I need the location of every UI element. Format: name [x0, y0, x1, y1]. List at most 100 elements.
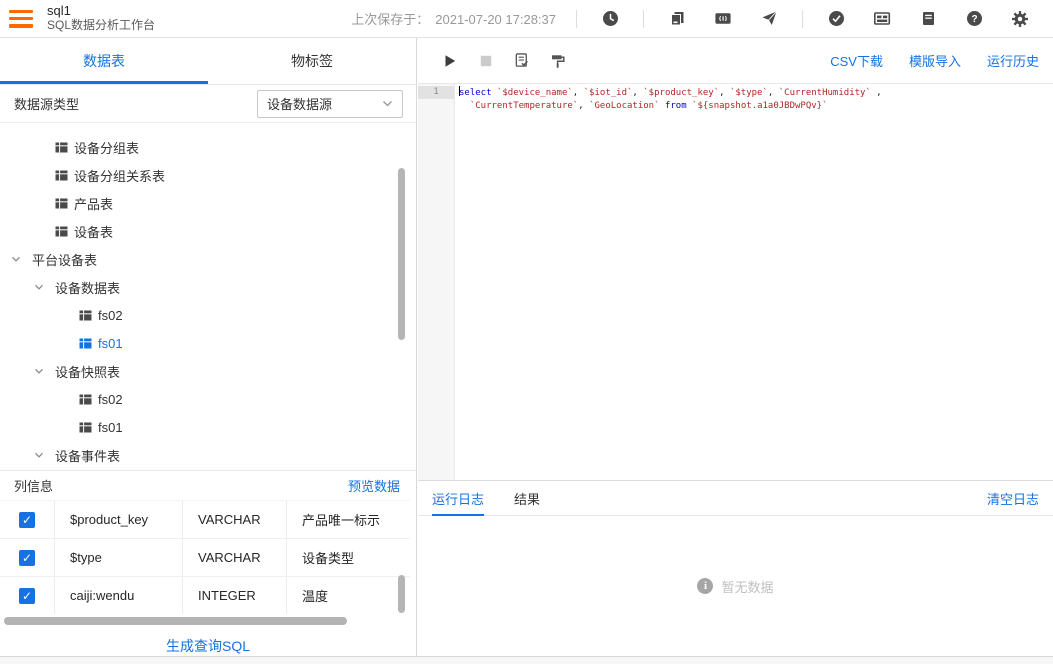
tree-item-label: 平台设备表	[32, 250, 97, 269]
tree-item-平台设备表[interactable]: 平台设备表	[0, 245, 416, 273]
stop-icon	[478, 53, 494, 69]
line-number: 1	[418, 86, 454, 99]
code-segment: `CurrentHumidity`	[779, 88, 871, 98]
code-line: select `$device_name`, `$iot_id`, `$prod…	[459, 86, 1053, 100]
code-segment: ,	[578, 101, 589, 111]
tree-item-设备表[interactable]: 设备表	[0, 217, 416, 245]
run-icon[interactable]	[442, 53, 458, 69]
last-saved-value: 2021-07-20 17:28:37	[435, 12, 556, 27]
tab-run-log[interactable]: 运行日志	[432, 480, 484, 516]
code-line: `CurrentTemperature`, `GeoLocation` from…	[459, 100, 1053, 113]
code-segment	[459, 101, 470, 111]
tree-item-label: 设备分组表	[74, 138, 139, 157]
column-type: INTEGER	[183, 577, 287, 614]
tree-item-fs02[interactable]: fs02	[0, 301, 416, 329]
document-icon[interactable]	[919, 10, 937, 28]
tab-result[interactable]: 结果	[514, 480, 540, 516]
sidebar: 数据表 物标签 数据源类型 设备数据源 设备分组表设备分组关系表产品表设备表平台…	[0, 38, 417, 656]
chevron-down-icon[interactable]	[33, 365, 45, 377]
column-table-hscrollbar[interactable]	[4, 617, 347, 625]
code-segment: ,	[768, 88, 779, 98]
chevron-down-icon[interactable]	[33, 449, 45, 461]
tree-item-产品表[interactable]: 产品表	[0, 189, 416, 217]
page-title: sql1	[47, 4, 155, 19]
hamburger-menu-icon[interactable]	[9, 10, 33, 28]
header-actions: 上次保存于： 2021-07-20 17:28:37 ?	[351, 9, 1053, 28]
tree-item-label: 设备数据表	[55, 278, 120, 297]
code-segment: `$type`	[730, 88, 768, 98]
checkbox[interactable]: ✓	[19, 512, 35, 528]
tab-thing-labels[interactable]: 物标签	[208, 38, 416, 84]
tree-item-fs01[interactable]: fs01	[0, 413, 416, 441]
chevron-down-icon	[382, 98, 393, 109]
run-history-link[interactable]: 运行历史	[987, 51, 1039, 70]
tree-item-label: 设备表	[74, 222, 113, 241]
empty-state: i 暂无数据	[697, 577, 773, 596]
svg-text:?: ?	[971, 14, 977, 25]
column-info-header: 列信息 预览数据	[0, 470, 416, 500]
line-number	[418, 99, 454, 112]
send-icon[interactable]	[760, 10, 778, 28]
preview-data-link[interactable]: 预览数据	[348, 476, 400, 495]
datasource-select[interactable]: 设备数据源	[257, 90, 403, 118]
csv-download-link[interactable]: CSV下载	[830, 51, 883, 70]
code-segment: from	[665, 101, 687, 111]
console-icon[interactable]	[714, 10, 732, 28]
tree-item-设备分组表[interactable]: 设备分组表	[0, 133, 416, 161]
last-saved-label: 上次保存于：	[351, 12, 429, 27]
info-icon: i	[697, 578, 713, 594]
code-segment: `CurrentTemperature`	[470, 101, 578, 111]
column-name: caiji:wendu	[55, 577, 183, 614]
chevron-down-icon[interactable]	[10, 253, 22, 265]
clear-log-link[interactable]: 清空日志	[987, 489, 1039, 508]
tree-item-设备快照表[interactable]: 设备快照表	[0, 357, 416, 385]
table-tree: 设备分组表设备分组关系表产品表设备表平台设备表设备数据表fs02fs01设备快照…	[0, 123, 416, 470]
generate-sql-button[interactable]: 生成查询SQL	[166, 636, 250, 656]
page-subtitle: SQL数据分析工作台	[47, 19, 155, 33]
toolbar-links: CSV下载 模版导入 运行历史	[804, 51, 1039, 70]
column-type: VARCHAR	[183, 539, 287, 576]
tree-item-设备分组关系表[interactable]: 设备分组关系表	[0, 161, 416, 189]
clock-icon[interactable]	[601, 10, 619, 28]
tree-item-设备数据表[interactable]: 设备数据表	[0, 273, 416, 301]
validate-icon[interactable]	[514, 53, 530, 69]
check-circle-icon[interactable]	[827, 10, 845, 28]
column-table: ✓$product_keyVARCHAR产品唯一标示✓$typeVARCHAR设…	[0, 500, 410, 614]
tree-item-fs01[interactable]: fs01	[0, 329, 416, 357]
code-segment: ,	[719, 88, 730, 98]
tree-item-label: fs02	[98, 308, 123, 323]
settings-icon[interactable]	[1011, 10, 1029, 28]
copy-icon[interactable]	[668, 10, 686, 28]
main-area: CSV下载 模版导入 运行历史 1 select `$device_name`,…	[418, 38, 1053, 656]
tree-scrollbar[interactable]	[398, 168, 405, 340]
datasource-value: 设备数据源	[267, 94, 332, 113]
tab-data-tables[interactable]: 数据表	[0, 38, 208, 84]
code-segment: ,	[573, 88, 584, 98]
last-saved: 上次保存于： 2021-07-20 17:28:37	[351, 9, 556, 28]
chevron-down-icon[interactable]	[33, 281, 45, 293]
table-icon	[79, 421, 92, 434]
template-import-link[interactable]: 模版导入	[909, 51, 961, 70]
code-segment: `${snapshot.a1a0JBDwPQv}`	[692, 101, 827, 111]
format-icon[interactable]	[550, 53, 566, 69]
tree-item-设备事件表[interactable]: 设备事件表	[0, 441, 416, 469]
table-icon	[55, 197, 68, 210]
column-name: $product_key	[55, 501, 183, 538]
header-icons: ?	[566, 10, 1043, 28]
title-block: sql1 SQL数据分析工作台	[47, 4, 155, 33]
column-table-scrollbar[interactable]	[398, 575, 405, 613]
tree-item-label: 设备事件表	[55, 446, 120, 465]
table-icon	[55, 225, 68, 238]
tree-item-fs02[interactable]: fs02	[0, 385, 416, 413]
grid-icon[interactable]	[873, 10, 891, 28]
code-segment: `$product_key`	[643, 88, 719, 98]
code-segment: ,	[871, 88, 882, 98]
tree-item-label: fs01	[98, 336, 123, 351]
help-icon[interactable]: ?	[965, 10, 983, 28]
editor-code[interactable]: select `$device_name`, `$iot_id`, `$prod…	[455, 84, 1053, 480]
checkbox[interactable]: ✓	[19, 550, 35, 566]
sql-editor[interactable]: 1 select `$device_name`, `$iot_id`, `$pr…	[418, 84, 1053, 480]
log-content: i 暂无数据	[418, 516, 1053, 656]
tree-item-label: 设备分组关系表	[74, 166, 165, 185]
checkbox[interactable]: ✓	[19, 588, 35, 604]
